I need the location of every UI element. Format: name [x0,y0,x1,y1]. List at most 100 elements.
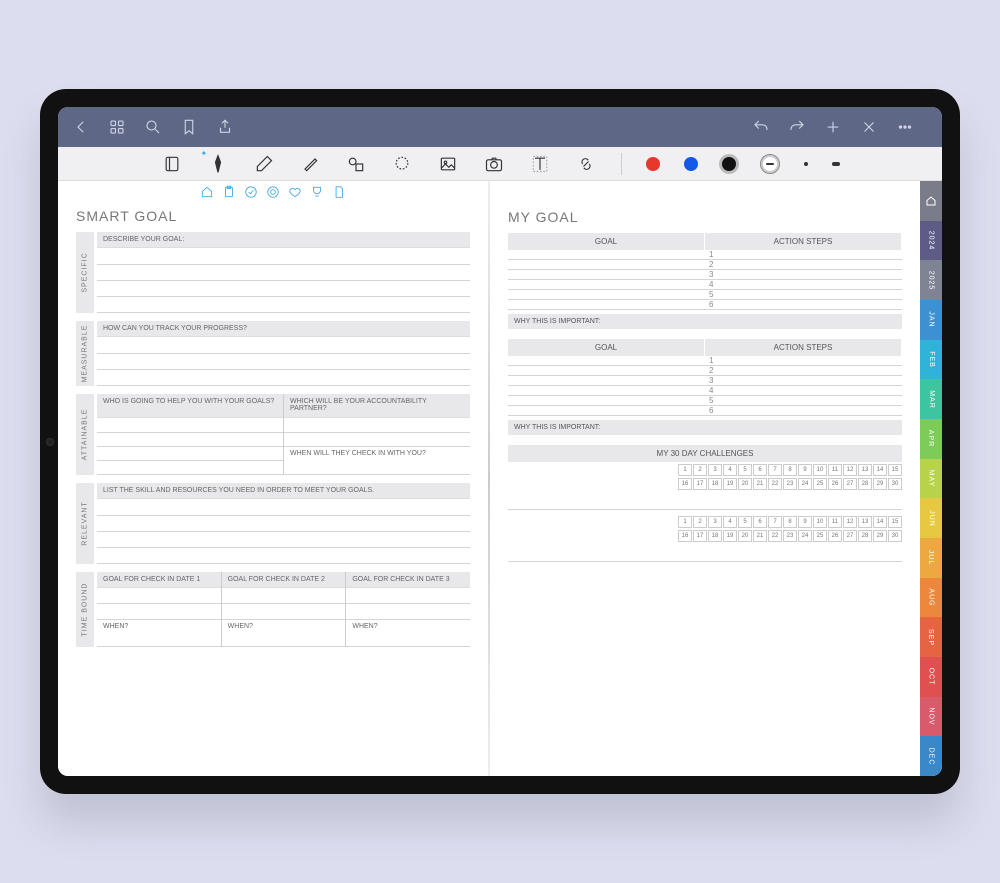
day-28[interactable]: 28 [858,530,872,542]
page-icon[interactable] [332,185,346,202]
day-4[interactable]: 4 [723,464,737,476]
day-16[interactable]: 16 [678,530,692,542]
day-25[interactable]: 25 [813,478,827,490]
day-11[interactable]: 11 [828,464,842,476]
undo-icon[interactable] [750,116,772,138]
day-21[interactable]: 21 [753,478,767,490]
day-14[interactable]: 14 [873,516,887,528]
day-2[interactable]: 2 [693,516,707,528]
day-5[interactable]: 5 [738,464,752,476]
day-1[interactable]: 1 [678,516,692,528]
search-icon[interactable] [142,116,164,138]
heart-icon[interactable] [288,185,302,202]
day-29[interactable]: 29 [873,478,887,490]
day-15[interactable]: 15 [888,516,902,528]
day-21[interactable]: 21 [753,530,767,542]
link-icon[interactable] [575,153,597,175]
tab-oct[interactable]: OCT [920,657,942,697]
day-4[interactable]: 4 [723,516,737,528]
goal-block-1[interactable]: 1 2 3 4 5 6 [508,250,902,310]
day-8[interactable]: 8 [783,516,797,528]
day-25[interactable]: 25 [813,530,827,542]
day-15[interactable]: 15 [888,464,902,476]
tab-2025[interactable]: 2025 [920,260,942,300]
share-icon[interactable] [214,116,236,138]
day-3[interactable]: 3 [708,464,722,476]
day-23[interactable]: 23 [783,530,797,542]
tab-nov[interactable]: NOV [920,697,942,737]
day-26[interactable]: 26 [828,478,842,490]
image-icon[interactable] [437,153,459,175]
day-27[interactable]: 27 [843,530,857,542]
day-19[interactable]: 19 [723,530,737,542]
tab-jun[interactable]: JUN [920,498,942,538]
eraser-icon[interactable] [253,153,275,175]
lasso-icon[interactable] [391,153,413,175]
text-tool-icon[interactable] [529,153,551,175]
day-17[interactable]: 17 [693,530,707,542]
stroke-2[interactable] [804,162,808,166]
day-22[interactable]: 22 [768,530,782,542]
tab-2024[interactable]: 2024 [920,221,942,261]
red-color[interactable] [646,157,660,171]
thumbnails-icon[interactable] [106,116,128,138]
day-12[interactable]: 12 [843,464,857,476]
day-24[interactable]: 24 [798,530,812,542]
home-tab-icon[interactable] [200,185,214,202]
day-23[interactable]: 23 [783,478,797,490]
day-26[interactable]: 26 [828,530,842,542]
day-2[interactable]: 2 [693,464,707,476]
shapes-icon[interactable] [345,153,367,175]
cup-icon[interactable] [310,185,324,202]
day-22[interactable]: 22 [768,478,782,490]
highlighter-icon[interactable] [299,153,321,175]
tab-aug[interactable]: AUG [920,578,942,618]
challenge-1[interactable]: 123456789101112131415 161718192021222324… [508,464,902,510]
day-9[interactable]: 9 [798,516,812,528]
day-13[interactable]: 13 [858,516,872,528]
check-circle-icon[interactable] [244,185,258,202]
tab-feb[interactable]: FEB [920,340,942,380]
tab-sep[interactable]: SEP [920,617,942,657]
notebook-icon[interactable] [161,153,183,175]
day-3[interactable]: 3 [708,516,722,528]
day-8[interactable]: 8 [783,464,797,476]
pen-tool-icon[interactable]: ✦ [207,153,229,175]
tab-may[interactable]: MAY [920,459,942,499]
day-16[interactable]: 16 [678,478,692,490]
tab-jan[interactable]: JAN [920,300,942,340]
close-icon[interactable] [858,116,880,138]
black-color[interactable] [722,157,736,171]
day-12[interactable]: 12 [843,516,857,528]
day-9[interactable]: 9 [798,464,812,476]
day-27[interactable]: 27 [843,478,857,490]
tab-home[interactable] [920,181,942,221]
day-18[interactable]: 18 [708,530,722,542]
day-17[interactable]: 17 [693,478,707,490]
day-28[interactable]: 28 [858,478,872,490]
tab-mar[interactable]: MAR [920,379,942,419]
goal-block-2[interactable]: 1 2 3 4 5 6 [508,356,902,416]
day-29[interactable]: 29 [873,530,887,542]
back-icon[interactable] [70,116,92,138]
day-6[interactable]: 6 [753,464,767,476]
day-11[interactable]: 11 [828,516,842,528]
day-14[interactable]: 14 [873,464,887,476]
bookmark-icon[interactable] [178,116,200,138]
target-icon[interactable] [266,185,280,202]
blue-color[interactable] [684,157,698,171]
stroke-3[interactable] [832,162,840,166]
day-10[interactable]: 10 [813,516,827,528]
day-19[interactable]: 19 [723,478,737,490]
day-7[interactable]: 7 [768,464,782,476]
day-20[interactable]: 20 [738,478,752,490]
day-7[interactable]: 7 [768,516,782,528]
day-10[interactable]: 10 [813,464,827,476]
tab-apr[interactable]: APR [920,419,942,459]
camera-icon[interactable] [483,153,505,175]
redo-icon[interactable] [786,116,808,138]
day-30[interactable]: 30 [888,530,902,542]
tab-jul[interactable]: JUL [920,538,942,578]
challenge-2[interactable]: 123456789101112131415 161718192021222324… [508,516,902,562]
day-13[interactable]: 13 [858,464,872,476]
